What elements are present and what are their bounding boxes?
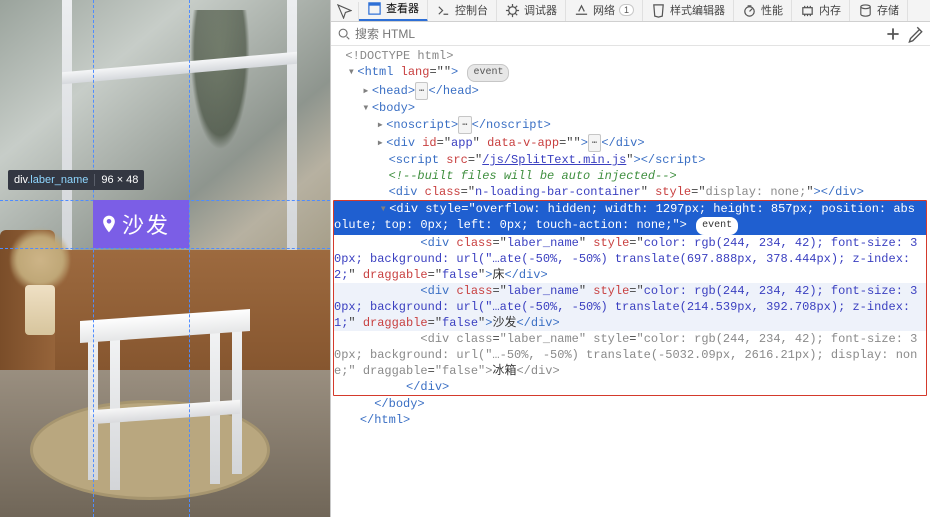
highlight-tooltip: div.laber_name div.laber_name 96 × 48 bbox=[8, 170, 144, 190]
tab-network-label: 网络 bbox=[593, 2, 615, 18]
twisty-icon[interactable]: ▸ bbox=[374, 135, 386, 151]
tab-performance[interactable]: 性能 bbox=[734, 0, 792, 21]
twisty-icon[interactable]: ▸ bbox=[360, 83, 372, 99]
dom-noscript[interactable]: ▸<noscript>⋯</noscript> bbox=[331, 116, 930, 134]
tab-debugger-label: 调试器 bbox=[524, 2, 557, 18]
network-count-badge: 1 bbox=[619, 4, 634, 16]
twisty-icon[interactable]: ▾ bbox=[345, 64, 357, 80]
eyedropper-button[interactable] bbox=[906, 25, 924, 43]
event-badge[interactable]: event bbox=[467, 64, 509, 82]
dom-script[interactable]: <script src="/js/SplitText.min.js"></scr… bbox=[331, 152, 930, 168]
twisty-icon[interactable]: ▾ bbox=[360, 100, 372, 116]
dom-tree[interactable]: <!DOCTYPE html> ▾<html lang=""> event ▸<… bbox=[331, 46, 930, 517]
ellipsis-icon[interactable]: ⋯ bbox=[458, 116, 471, 134]
dom-selected-wrapper[interactable]: ▾<div style="overflow: hidden; width: 12… bbox=[334, 201, 926, 235]
tab-style-editor[interactable]: 样式编辑器 bbox=[643, 0, 734, 21]
dom-html-open[interactable]: ▾<html lang=""> event bbox=[331, 64, 930, 82]
dom-head[interactable]: ▸<head>⋯</head> bbox=[331, 82, 930, 100]
dom-selected-wrapper-close[interactable]: </div> bbox=[334, 379, 926, 395]
tab-inspector-label: 查看器 bbox=[386, 0, 419, 16]
tab-memory[interactable]: 内存 bbox=[792, 0, 850, 21]
tab-storage[interactable]: 存储 bbox=[850, 0, 908, 21]
tab-memory-label: 内存 bbox=[819, 2, 841, 18]
search-icon bbox=[337, 27, 351, 41]
ellipsis-icon[interactable]: ⋯ bbox=[415, 82, 428, 100]
highlight-box: 沙发 bbox=[93, 200, 189, 248]
event-badge[interactable]: event bbox=[696, 217, 738, 235]
highlight-guide-left bbox=[93, 0, 94, 517]
decor-vase bbox=[10, 225, 70, 335]
highlight-label-text: 沙发 bbox=[122, 208, 170, 240]
dom-search-bar bbox=[331, 22, 930, 46]
tab-console-label: 控制台 bbox=[455, 2, 488, 18]
inspect-picker-button[interactable] bbox=[331, 2, 359, 21]
devtools-panel: 查看器 控制台 调试器 网络 1 样式编辑器 性能 内存 存储 <!DOCTYPE… bbox=[330, 0, 930, 517]
twisty-icon[interactable]: ▾ bbox=[377, 201, 389, 217]
tab-perf-label: 性能 bbox=[761, 2, 783, 18]
page-preview[interactable]: div.laber_name div.laber_name 96 × 48 //… bbox=[0, 0, 330, 517]
selection-region: ▾<div style="overflow: hidden; width: 12… bbox=[333, 200, 927, 396]
dom-search-input[interactable] bbox=[355, 27, 880, 41]
dom-doctype[interactable]: <!DOCTYPE html> bbox=[331, 48, 930, 64]
tab-inspector[interactable]: 查看器 bbox=[359, 0, 428, 22]
highlight-tooltip-selector: div.laber_name bbox=[14, 174, 88, 186]
dom-body-open[interactable]: ▾<body> bbox=[331, 100, 930, 116]
add-node-button[interactable] bbox=[884, 25, 902, 43]
dom-body-close[interactable]: </body> bbox=[331, 396, 930, 412]
pin-icon bbox=[99, 210, 119, 238]
decor-table bbox=[80, 315, 250, 495]
tab-debugger[interactable]: 调试器 bbox=[497, 0, 566, 21]
tab-console[interactable]: 控制台 bbox=[428, 0, 497, 21]
highlight-guide-right bbox=[189, 0, 190, 517]
tab-network[interactable]: 网络 1 bbox=[566, 0, 643, 21]
dom-label-node-0[interactable]: <div class="laber_name" style="color: rg… bbox=[334, 235, 926, 283]
dom-label-node-2[interactable]: <div class="laber_name" style="color: rg… bbox=[334, 331, 926, 379]
dom-label-node-1[interactable]: <div class="laber_name" style="color: rg… bbox=[334, 283, 926, 331]
tab-style-label: 样式编辑器 bbox=[670, 2, 725, 18]
ellipsis-icon[interactable]: ⋯ bbox=[588, 134, 601, 152]
dom-html-close[interactable]: </html> bbox=[331, 412, 930, 428]
dom-loading[interactable]: <div class="n-loading-bar-container" sty… bbox=[331, 184, 930, 200]
highlight-tooltip-dims: 96 × 48 bbox=[94, 174, 138, 186]
dom-app[interactable]: ▸<div id="app" data-v-app="">⋯</div> bbox=[331, 134, 930, 152]
dom-comment[interactable]: <!--built files will be auto injected--> bbox=[331, 168, 930, 184]
twisty-icon[interactable]: ▸ bbox=[374, 117, 386, 133]
devtools-toolbar: 查看器 控制台 调试器 网络 1 样式编辑器 性能 内存 存储 bbox=[331, 0, 930, 22]
highlight-guide-bottom bbox=[0, 248, 330, 249]
tab-storage-label: 存储 bbox=[877, 2, 899, 18]
